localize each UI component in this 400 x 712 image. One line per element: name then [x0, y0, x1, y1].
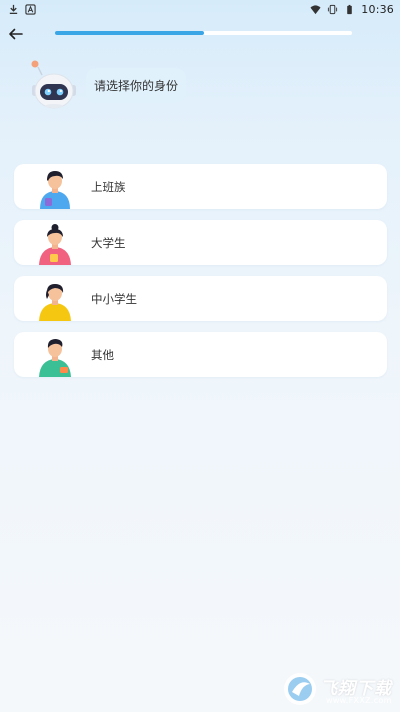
- option-college-student[interactable]: 大学生: [14, 220, 387, 265]
- vibrate-icon: [328, 4, 338, 14]
- option-label: 其他: [91, 347, 114, 362]
- wifi-icon: [310, 4, 321, 14]
- watermark-url: www.FXXZ.com: [326, 696, 392, 705]
- status-bar: 10:36: [0, 0, 400, 18]
- prompt-bubble: 请选择你的身份: [86, 68, 186, 103]
- back-button[interactable]: [6, 24, 26, 44]
- status-right-icons: 10:36: [310, 3, 400, 16]
- other-avatar-icon: [39, 339, 71, 377]
- watermark: 飞翔下载 www.FXXZ.com: [282, 668, 398, 710]
- progress-bar: [55, 31, 352, 35]
- prompt-text: 请选择你的身份: [93, 79, 178, 93]
- text-a-icon: [25, 3, 36, 15]
- download-icon: [9, 4, 18, 14]
- identity-options: 上班族 大学生 中小学生 其他: [14, 164, 387, 388]
- status-time: 10:36: [361, 2, 394, 16]
- status-left-icons: [0, 3, 36, 15]
- option-label: 中小学生: [91, 291, 137, 306]
- option-label: 上班族: [91, 179, 126, 194]
- option-office-worker[interactable]: 上班族: [14, 164, 387, 209]
- office-worker-avatar-icon: [40, 171, 70, 209]
- option-other[interactable]: 其他: [14, 332, 387, 377]
- school-student-avatar-icon: [39, 284, 71, 321]
- progress-fill: [55, 31, 204, 35]
- battery-icon: [347, 4, 353, 14]
- college-student-avatar-icon: [39, 224, 71, 265]
- option-label: 大学生: [91, 235, 126, 250]
- robot-mascot-icon: [31, 60, 76, 109]
- arrow-left-icon: [9, 28, 23, 40]
- option-school-student[interactable]: 中小学生: [14, 276, 387, 321]
